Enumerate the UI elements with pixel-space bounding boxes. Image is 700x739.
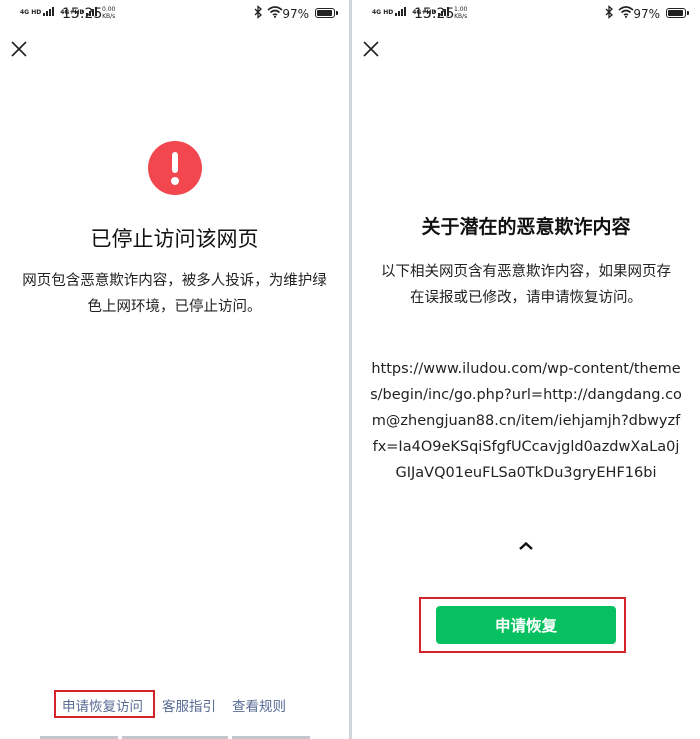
close-icon[interactable] (10, 40, 28, 58)
battery-icon (315, 8, 338, 18)
status-time: 15:25 (62, 6, 103, 22)
block-description: 网页包含恶意欺诈内容，被多人投诉，为维护绿色上网环境，已停止访问。 (22, 273, 327, 315)
highlight-box (54, 690, 155, 718)
signal-1-icon: 4G HD (20, 7, 55, 16)
chevron-up-icon[interactable] (518, 541, 534, 551)
network-speed: 1.00 KB/s (454, 6, 468, 20)
status-time: 15:25 (414, 6, 455, 22)
close-icon[interactable] (362, 40, 380, 58)
status-bar: 4G HD 4G+HD 15:25 0.00 KB/s 97% (0, 0, 349, 28)
wifi-icon (267, 6, 283, 18)
exclamation-warning-icon (148, 141, 202, 195)
bluetooth-icon (605, 5, 613, 19)
status-bar: 4G HD 4G+HD 15:25 1.00 KB/s 97% (352, 0, 700, 28)
page-title: 关于潜在的恶意欺诈内容 (421, 216, 631, 238)
view-rules-link[interactable]: 查看规则 (232, 695, 286, 715)
customer-service-link[interactable]: 客服指引 (162, 695, 216, 715)
network-speed: 0.00 KB/s (102, 6, 116, 20)
battery-percent: 97% (282, 7, 309, 21)
bluetooth-icon (254, 5, 262, 19)
blocked-url: https://www.iludou.com/wp-content/themes… (370, 361, 682, 481)
appeal-detail-screen: 4G HD 4G+HD 15:25 1.00 KB/s 97% 关于潜在的恶意欺 (352, 0, 700, 739)
battery-percent: 97% (633, 7, 660, 21)
wifi-icon (618, 6, 634, 18)
signal-1-icon: 4G HD (372, 7, 407, 16)
battery-icon (666, 8, 689, 18)
highlight-box (419, 597, 626, 653)
appeal-description: 以下相关网页含有恶意欺诈内容，如果网页存在误报或已修改，请申请恢复访问。 (381, 264, 671, 306)
page-title: 已停止访问该网页 (90, 227, 259, 251)
blocked-page-screen: 4G HD 4G+HD 15:25 0.00 KB/s 97% 已停止访问该网页… (0, 0, 349, 739)
